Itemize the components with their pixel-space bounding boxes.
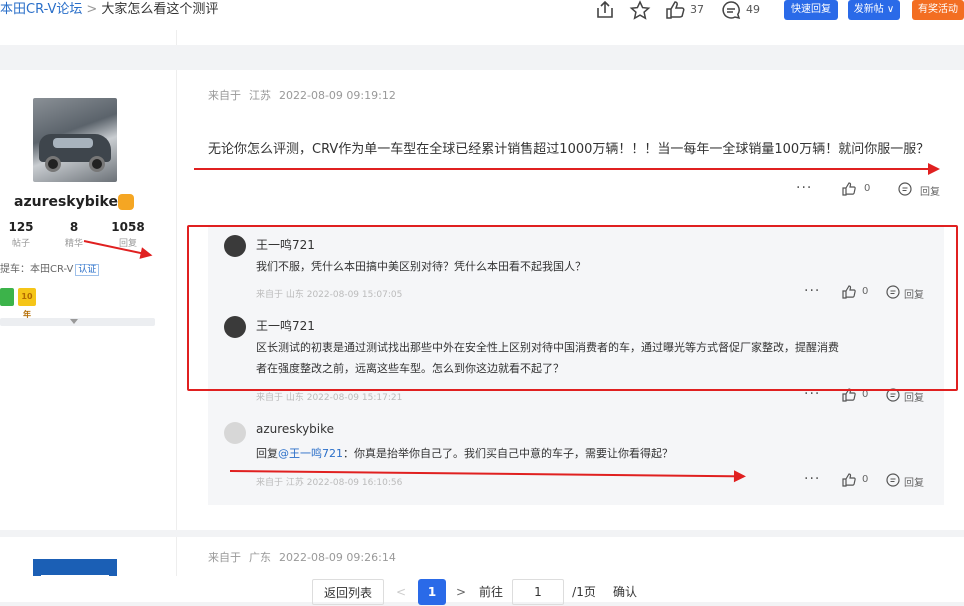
- goto-label: 前往: [478, 585, 503, 599]
- level-badge-icon: [118, 194, 134, 210]
- post-body: 无论你怎么评测，CRV作为单一车型在全球已经累计销售超过1000万辆！！！当一每…: [208, 142, 930, 157]
- more-button[interactable]: ···: [796, 181, 812, 195]
- location: 广东: [249, 551, 271, 564]
- author-car-info: 提车：本田CR-V 认证: [0, 260, 100, 276]
- confirm-button[interactable]: 确认: [608, 579, 642, 605]
- chevron-down-icon: [70, 319, 78, 324]
- column-divider: [176, 70, 177, 530]
- avatar-car-wheel: [89, 156, 105, 172]
- reply-prefix: 回复: [256, 447, 278, 460]
- car-model-text: 提车：本田CR-V: [0, 264, 74, 275]
- arrow-head: [928, 163, 940, 175]
- event-button[interactable]: 有奖活动: [912, 0, 964, 20]
- column-divider: [176, 30, 177, 45]
- like-count: 37: [690, 3, 704, 16]
- medal-icon[interactable]: [0, 288, 14, 306]
- thumbs-up-icon[interactable]: [664, 0, 686, 20]
- annotation-highlight-box: [187, 225, 958, 391]
- reply-meta: 来自于 江苏 2022-08-09 16:10:56: [256, 478, 403, 488]
- top-bar: 本田CR-V论坛 > 大家怎么看这个测评 37 49 快速回复 发新帖 ∨ 有奖活动: [0, 0, 964, 30]
- author-stat-posts[interactable]: 125 帖子: [1, 220, 41, 249]
- new-post-label: 发新帖: [853, 4, 884, 15]
- verify-badge[interactable]: 认证: [75, 264, 100, 276]
- arrow-head: [733, 470, 747, 483]
- medal-10-year-icon[interactable]: 10年: [18, 288, 36, 319]
- chevron-down-icon: ∨: [883, 4, 895, 15]
- breadcrumb-current: 大家怎么看这个测评: [101, 2, 219, 17]
- location-label: 来自于: [208, 551, 241, 564]
- stat-value: 8: [69, 220, 79, 234]
- reply-body: ：你真是抬举你自己了。我们买自己中意的车子，需要让你看得起？: [343, 447, 673, 460]
- post-meta: 来自于 江苏 2022-08-09 09:19:12: [208, 87, 404, 103]
- reply-actions: ··· 0 回复: [804, 472, 934, 489]
- author-avatar[interactable]: [33, 98, 117, 182]
- reply-button[interactable]: 回复: [904, 389, 924, 404]
- page-number-input[interactable]: 1: [512, 579, 564, 605]
- post-time: 2022-08-09 09:19:12: [279, 89, 396, 102]
- current-page[interactable]: 1: [418, 579, 446, 605]
- reply-icon[interactable]: [886, 473, 900, 487]
- thumbs-up-icon[interactable]: [842, 473, 856, 487]
- quick-reply-button[interactable]: 快速回复: [784, 0, 838, 20]
- comment-count: 49: [746, 3, 760, 16]
- annotation-arrow: [194, 163, 940, 175]
- location-label: 来自于: [208, 89, 241, 102]
- like-count: 0: [862, 474, 869, 485]
- pagination: 返回列表 < 1 > 前往 1 /1页 确认: [0, 576, 964, 605]
- breadcrumb-forum-link[interactable]: 本田CR-V论坛: [0, 2, 82, 17]
- previous-post-tail: [0, 30, 964, 45]
- new-post-button[interactable]: 发新帖 ∨: [848, 0, 900, 20]
- post-actions: ··· 0 回复: [796, 181, 946, 198]
- author-stat-replies[interactable]: 1058 回复: [108, 220, 148, 249]
- location: 江苏: [249, 89, 271, 102]
- next-page-button[interactable]: >: [452, 579, 470, 605]
- thumbs-up-icon[interactable]: [842, 182, 856, 196]
- reply-avatar[interactable]: [224, 422, 246, 444]
- star-icon[interactable]: [629, 0, 651, 20]
- post-time: 2022-08-09 09:26:14: [279, 551, 396, 564]
- reply-author[interactable]: azureskybike: [256, 422, 334, 436]
- stat-value: 125: [8, 220, 34, 234]
- author-expand-bar[interactable]: [0, 318, 155, 326]
- avatar-car-window: [53, 138, 93, 148]
- stat-label: 帖子: [11, 239, 30, 249]
- breadcrumb: 本田CR-V论坛 > 大家怎么看这个测评: [0, 1, 218, 19]
- reply-button[interactable]: 回复: [920, 183, 940, 198]
- mention-link[interactable]: @王一鸣721: [278, 447, 343, 460]
- avatar-car-wheel: [45, 156, 61, 172]
- comment-icon[interactable]: [720, 0, 742, 20]
- total-pages: /1页: [572, 585, 596, 599]
- breadcrumb-separator: >: [86, 2, 98, 17]
- more-button[interactable]: ···: [804, 472, 820, 486]
- reply-icon[interactable]: [898, 182, 912, 196]
- back-to-list-button[interactable]: 返回列表: [312, 579, 384, 605]
- reply-text: 回复@王一鸣721：你真是抬举你自己了。我们买自己中意的车子，需要让你看得起？: [256, 443, 673, 464]
- reply-button[interactable]: 回复: [904, 474, 924, 489]
- like-count: 0: [864, 183, 871, 194]
- stat-value: 1058: [111, 220, 145, 234]
- prev-page-button[interactable]: <: [392, 579, 410, 605]
- post-meta: 来自于 广东 2022-08-09 09:26:14: [208, 549, 404, 565]
- arrow-head: [139, 247, 154, 262]
- share-icon[interactable]: [594, 0, 616, 20]
- author-stat-featured[interactable]: 8 精华: [54, 220, 94, 249]
- reply-meta: 来自于 山东 2022-08-09 15:17:21: [256, 393, 403, 403]
- author-name[interactable]: azureskybike: [14, 194, 118, 210]
